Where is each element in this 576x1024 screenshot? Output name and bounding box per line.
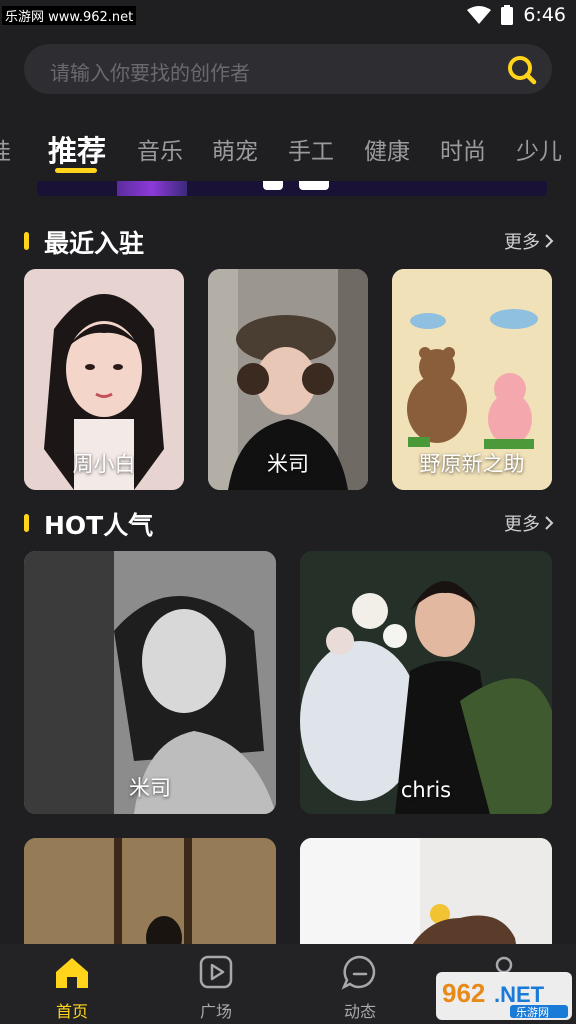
tab-partial[interactable]: 娃 — [0, 132, 11, 166]
tab-recommend[interactable]: 推荐 — [48, 128, 106, 170]
search-icon[interactable] — [506, 54, 538, 86]
watermark-logo: 962 .NET 乐游网 — [436, 972, 572, 1020]
creator-name: 周小白 — [72, 452, 136, 476]
play-square-icon — [199, 955, 233, 989]
svg-text:.NET: .NET — [494, 982, 545, 1007]
svg-text:乐游网: 乐游网 — [516, 1006, 549, 1019]
chevron-right-icon — [545, 516, 554, 530]
tab-kids[interactable]: 少儿 — [516, 132, 562, 166]
chat-bubble-icon — [341, 955, 376, 990]
tab-home-label: 首页 — [55, 1002, 88, 1021]
tab-moments[interactable]: 动态 — [315, 952, 405, 1022]
creator-name: chris — [400, 778, 452, 802]
tab-pets[interactable]: 萌宠 — [212, 132, 258, 166]
hot-creator-card[interactable]: chris — [300, 551, 552, 814]
section-title: 最近入驻 — [44, 229, 145, 258]
tab-moments-label: 动态 — [343, 1002, 376, 1021]
tab-handcraft[interactable]: 手工 — [288, 132, 334, 166]
creator-name: 米司 — [267, 452, 309, 476]
status-icons: 6:46 — [467, 4, 566, 26]
tab-health[interactable]: 健康 — [364, 132, 410, 166]
tab-fashion[interactable]: 时尚 — [440, 132, 486, 166]
banner-indicator-active — [299, 181, 329, 190]
tab-music[interactable]: 音乐 — [137, 132, 183, 166]
tab-square[interactable]: 广场 — [171, 952, 261, 1022]
section-hot-header: HOT人气 更多 — [24, 504, 554, 540]
more-link[interactable]: 更多 — [504, 228, 554, 254]
section-accent-bar — [24, 514, 29, 532]
search-placeholder: 请输入你要找的创作者 — [50, 61, 250, 85]
creator-name: 野原新之助 — [419, 452, 525, 476]
home-icon — [56, 958, 88, 988]
creator-card[interactable]: 米司 — [208, 269, 368, 490]
creator-name: 米司 — [129, 776, 171, 800]
tab-square-label: 广场 — [199, 1002, 232, 1021]
hot-creator-card[interactable]: 米司 — [24, 551, 276, 814]
battery-icon — [501, 5, 514, 25]
tab-home[interactable]: 首页 — [27, 952, 117, 1022]
wifi-icon — [467, 6, 492, 24]
watermark-top: 乐游网 www.962.net — [2, 6, 137, 25]
section-recent-header: 最近入驻 更多 — [24, 222, 554, 258]
search-input[interactable]: 请输入你要找的创作者 — [24, 44, 552, 94]
more-label: 更多 — [504, 232, 540, 253]
svg-text:962: 962 — [442, 978, 485, 1008]
active-tab-indicator — [55, 168, 97, 173]
clock: 6:46 — [523, 4, 566, 26]
creator-card[interactable]: 周小白 — [24, 269, 184, 490]
more-link[interactable]: 更多 — [504, 510, 554, 536]
banner-indicator — [263, 181, 283, 190]
chevron-right-icon — [545, 234, 554, 248]
creator-card[interactable]: 野原新之助 — [392, 269, 552, 490]
creator-photo — [300, 551, 552, 814]
section-accent-bar — [24, 232, 29, 250]
section-title: HOT人气 — [44, 511, 154, 540]
banner[interactable] — [37, 181, 547, 196]
category-tabs: 娃 推荐 音乐 萌宠 手工 健康 时尚 少儿 — [0, 128, 576, 178]
more-label: 更多 — [504, 514, 540, 535]
status-bar: 乐游网 www.962.net 6:46 — [0, 0, 576, 30]
